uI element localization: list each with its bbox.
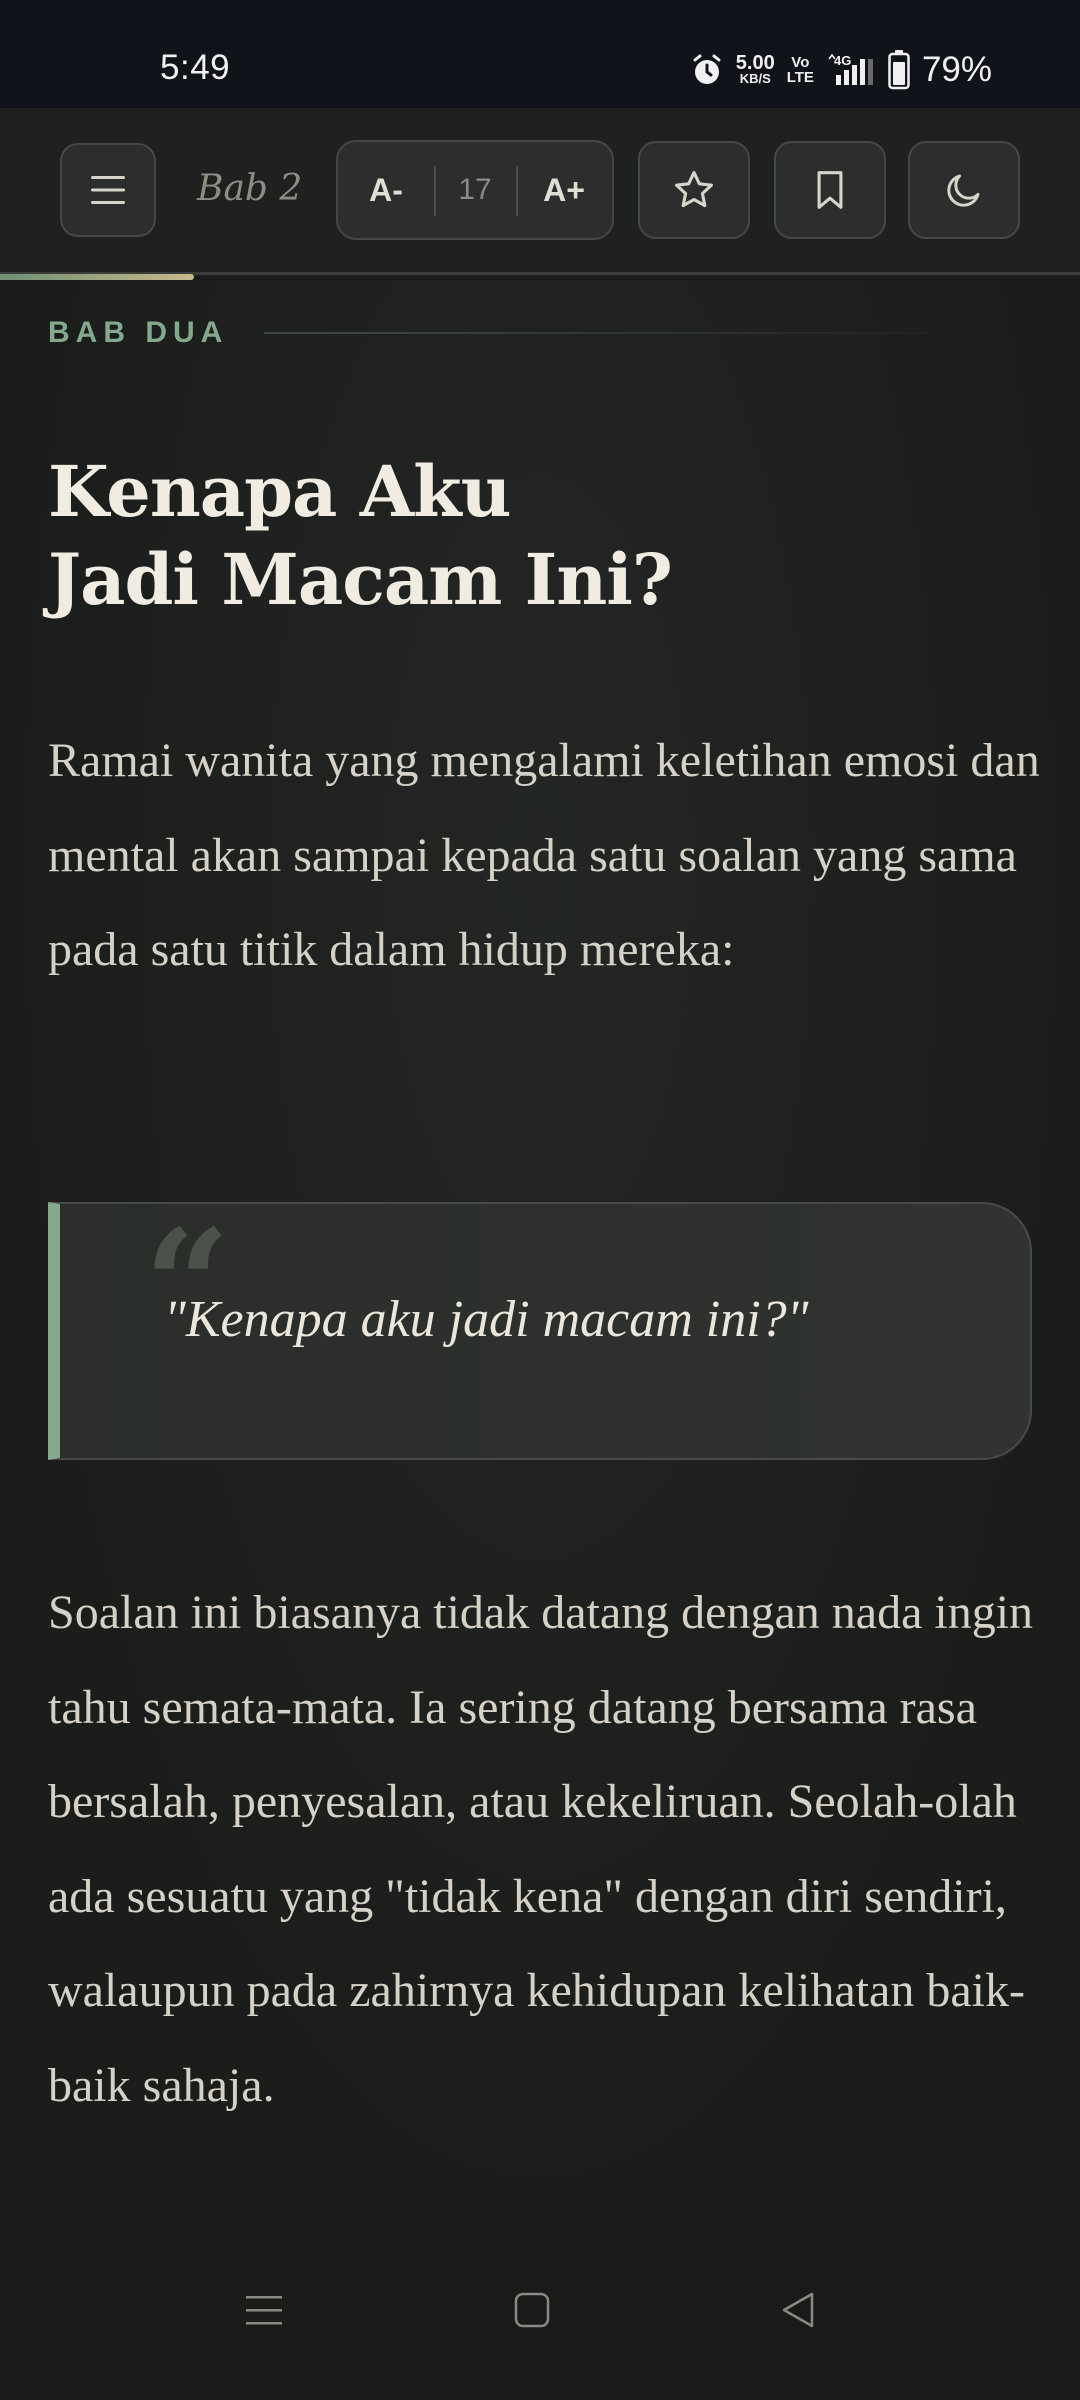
chapter-kicker: BAB DUA <box>48 316 229 349</box>
kicker-divider <box>264 332 984 334</box>
bookmark-button[interactable] <box>774 141 886 239</box>
recents-icon[interactable] <box>244 2290 284 2330</box>
bookmark-icon <box>817 171 843 209</box>
moon-icon <box>947 174 980 207</box>
title-line-2: Jadi Macam Ini? <box>48 538 673 621</box>
menu-button[interactable] <box>60 143 156 237</box>
blockquote: “ "Kenapa aku jadi macam ini?" <box>48 1202 1032 1460</box>
font-increase-button[interactable]: A+ <box>516 142 612 238</box>
paragraph: Ramai wanita yang mengalami keletihan em… <box>48 734 1040 976</box>
speed-value: 5.00 <box>735 52 775 74</box>
battery-icon <box>888 50 910 90</box>
network-speed: 5.00 KB/S <box>735 52 775 86</box>
star-icon <box>675 171 713 208</box>
alarm-icon <box>693 54 721 84</box>
chapter-title: Kenapa Aku Jadi Macam Ini? <box>48 448 1008 624</box>
paragraph: Soalan ini biasanya tidak datang dengan … <box>48 1586 1034 2112</box>
battery-percent: 79% <box>921 50 992 89</box>
back-icon[interactable] <box>778 2290 818 2330</box>
status-icons: 5.00 KB/S Vo LTE 4G 79% <box>690 50 992 90</box>
reader-content[interactable]: BAB DUA Kenapa Aku Jadi Macam Ini? Ramai… <box>0 280 1080 2240</box>
font-size-value: 17 <box>458 173 492 206</box>
font-decrease-button[interactable]: A- <box>338 142 434 238</box>
signal-4g-icon: 4G <box>828 53 873 85</box>
night-mode-button[interactable] <box>908 141 1020 239</box>
hamburger-icon <box>91 176 125 204</box>
system-nav-bar <box>0 2240 1080 2400</box>
favorite-button[interactable] <box>638 141 750 239</box>
quote-text: "Kenapa aku jadi macam ini?" <box>164 1291 809 1348</box>
status-time: 5:49 <box>160 48 231 87</box>
home-icon[interactable] <box>512 2290 552 2330</box>
volte-top: Vo <box>791 54 810 71</box>
volte-indicator: Vo LTE <box>787 55 814 85</box>
status-bar: 5:49 5.00 KB/S Vo LTE 4G 79% <box>0 0 1080 108</box>
font-size-control: A- 17 A+ <box>336 140 614 240</box>
network-type: 4G <box>834 53 851 68</box>
chapter-label: Bab 2 <box>197 168 303 209</box>
speed-unit: KB/S <box>739 71 771 86</box>
volte-bottom: LTE <box>786 69 814 86</box>
title-line-1: Kenapa Aku <box>48 450 511 533</box>
